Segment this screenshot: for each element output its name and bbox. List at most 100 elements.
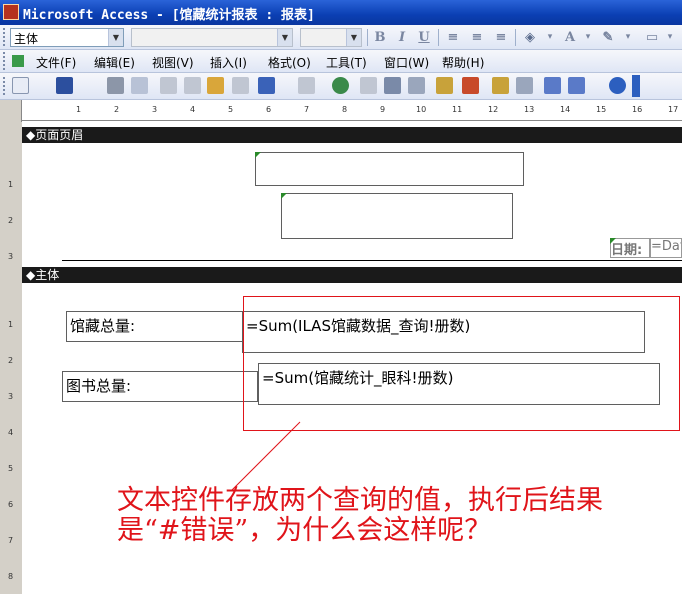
toolbar-grip[interactable] [3,52,7,70]
ruler-tick: 12 [488,105,499,114]
fill-color-icon[interactable]: ◈ [520,28,540,47]
ruler-tick: 2 [114,105,120,114]
save-icon[interactable] [56,77,73,94]
toolbar-options-icon[interactable] [632,75,640,97]
build-icon[interactable] [516,77,533,94]
page-header-section-bar[interactable]: ◆页面页眉 [22,127,682,143]
format-painter-icon[interactable] [232,77,249,94]
ruler-tick: 17 [668,105,679,114]
properties-icon[interactable] [492,77,509,94]
vruler-tick: 3 [8,252,14,261]
code-icon[interactable] [462,77,479,94]
hyperlink-icon[interactable] [332,77,349,94]
menu-edit[interactable]: 编辑(E) [94,54,135,71]
access-app-icon[interactable] [3,4,19,20]
ruler-tick: 14 [560,105,571,114]
undo-icon[interactable] [258,77,275,94]
vruler-tick: 3 [8,392,14,401]
align-center-icon[interactable]: ≡ [467,28,487,47]
border-style-icon[interactable]: ▭ [642,28,662,47]
date-label-text: 日期: [611,243,643,258]
chevron-down-icon[interactable]: ▾ [578,28,598,47]
redo-icon[interactable] [298,77,315,94]
print-preview-icon[interactable] [131,77,148,94]
object-combo[interactable]: 主体 ▼ [10,28,124,47]
font-size-combo[interactable]: ▼ [300,28,362,47]
menu-view[interactable]: 视图(V) [152,54,194,71]
ruler-tick: 16 [632,105,643,114]
align-left-icon[interactable]: ≡ [443,28,463,47]
chevron-down-icon[interactable]: ▾ [618,28,638,47]
formatting-toolbar: 主体 ▼ ▼ ▼ B I U ≡ ≡ ≡ ◈ ▾ A ▾ ✎ ▾ ▭ ▾ [0,25,682,50]
ruler-tick: 9 [380,105,386,114]
font-name-combo[interactable]: ▼ [131,28,293,47]
header-divider-line[interactable] [62,260,682,261]
ruler-tick: 1 [76,105,82,114]
cut-icon[interactable] [160,77,177,94]
annotation-text: 文本控件存放两个查询的值，执行后结果是“#错误”，为什么会这样呢？ [117,485,603,546]
vruler-tick: 7 [8,536,14,545]
detail-section-bar[interactable]: ◆主体 [22,267,682,283]
line-color-icon[interactable]: ✎ [598,28,618,47]
toolbar-grip[interactable] [3,77,7,95]
control-marker [255,152,261,158]
label-total-books[interactable]: 图书总量: [62,371,258,402]
menu-insert[interactable]: 插入(I) [210,54,247,71]
view-icon[interactable] [12,77,29,94]
ruler-tick: 4 [190,105,196,114]
menu-window[interactable]: 窗口(W) [384,54,429,71]
ruler-tick: 10 [416,105,427,114]
chevron-down-icon[interactable]: ▾ [660,28,680,47]
menu-help[interactable]: 帮助(H) [442,54,484,71]
menu-format[interactable]: 格式(O) [268,54,311,71]
date-textbox[interactable]: =Dat [650,238,682,258]
menu-tools[interactable]: 工具(T) [326,54,367,71]
vruler-tick: 5 [8,464,14,473]
autoformat-icon[interactable] [436,77,453,94]
font-color-button[interactable]: A [560,28,580,47]
date-textbox-text: =Dat [651,239,682,254]
sorting-grouping-icon[interactable] [408,77,425,94]
separator [438,29,439,46]
vruler-tick: 1 [8,320,14,329]
annotation-pointer-line [231,421,301,491]
underline-button[interactable]: U [414,28,434,47]
access-menu-icon[interactable] [12,55,24,67]
print-icon[interactable] [107,77,124,94]
chevron-down-icon[interactable]: ▼ [277,29,292,46]
chevron-down-icon[interactable]: ▼ [108,29,123,46]
ruler-tick: 7 [304,105,310,114]
label-total-holdings-text: 馆藏总量: [70,317,136,335]
help-icon[interactable] [609,77,626,94]
object-combo-value: 主体 [14,32,39,46]
ruler-corner[interactable] [0,100,22,122]
annotation-highlight-box [243,296,680,431]
copy-icon[interactable] [184,77,201,94]
vruler-tick: 6 [8,500,14,509]
ruler-tick: 3 [152,105,158,114]
italic-button[interactable]: I [392,28,412,47]
paste-icon[interactable] [207,77,224,94]
toolbox-icon[interactable] [384,77,401,94]
menu-bar: 文件(F) 编辑(E) 视图(V) 插入(I) 格式(O) 工具(T) 窗口(W… [0,50,682,73]
menu-file[interactable]: 文件(F) [36,54,76,71]
standard-toolbar [0,73,682,100]
label-total-holdings[interactable]: 馆藏总量: [66,311,244,342]
database-window-icon[interactable] [544,77,561,94]
ruler-tick: 8 [342,105,348,114]
align-right-icon[interactable]: ≡ [491,28,511,47]
ruler-tick: 6 [266,105,272,114]
chevron-down-icon[interactable]: ▾ [540,28,560,47]
field-list-icon[interactable] [360,77,377,94]
date-label[interactable]: 日期: [610,238,650,258]
page-header-textbox-1[interactable] [255,152,524,186]
toolbar-grip[interactable] [3,28,7,46]
chevron-down-icon[interactable]: ▼ [346,29,361,46]
bold-button[interactable]: B [370,28,390,47]
new-object-icon[interactable] [568,77,585,94]
page-header-textbox-2[interactable] [281,193,513,239]
vruler-tick: 2 [8,216,14,225]
vruler-tick: 8 [8,572,14,581]
ruler-tick: 11 [452,105,463,114]
window-title: Microsoft Access - [馆藏统计报表 : 报表] [23,8,315,23]
